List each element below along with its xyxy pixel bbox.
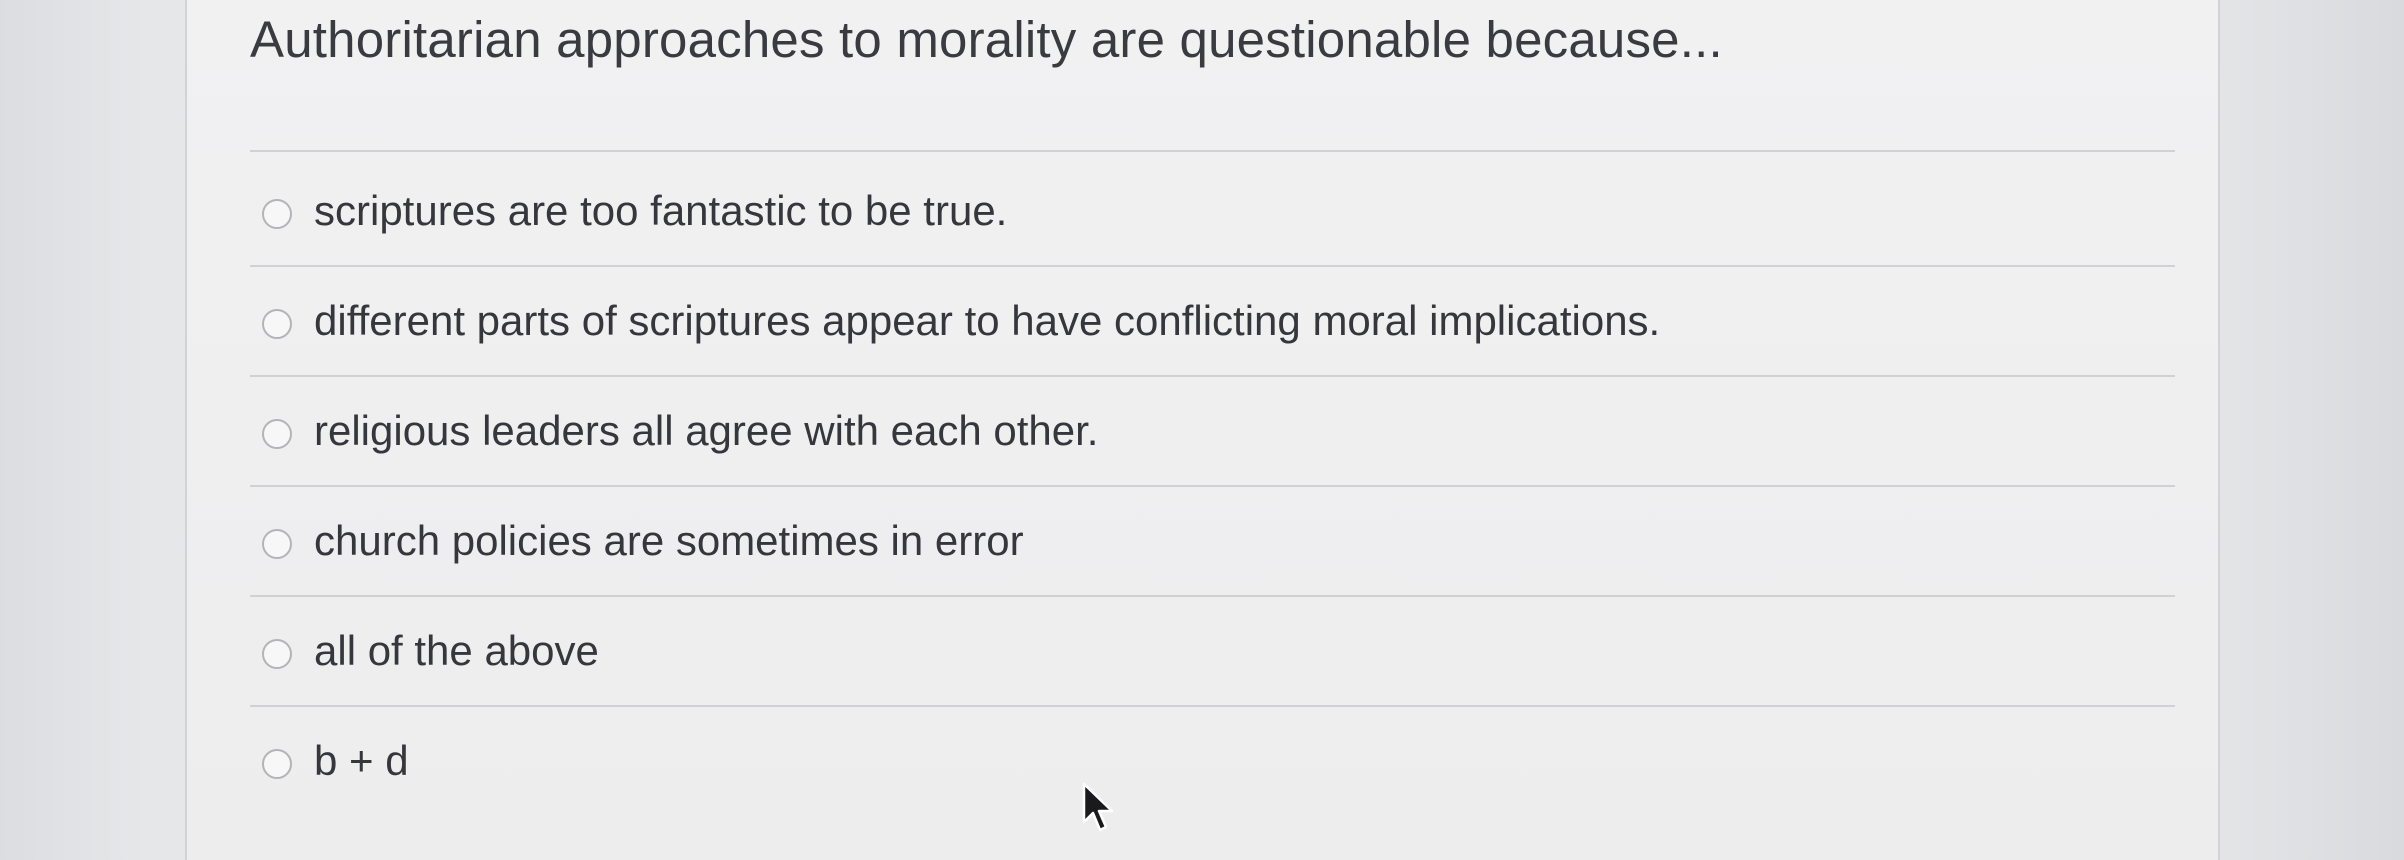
option-2[interactable]: different parts of scriptures appear to … xyxy=(262,295,2142,355)
mouse-pointer-icon xyxy=(1082,782,1114,832)
divider xyxy=(250,375,2175,377)
option-label: scriptures are too fantastic to be true. xyxy=(314,187,1008,234)
option-label: different parts of scriptures appear to … xyxy=(314,297,1661,344)
radio-unselected-icon[interactable] xyxy=(262,419,292,449)
option-label: church policies are sometimes in error xyxy=(314,517,1024,564)
radio-unselected-icon[interactable] xyxy=(262,639,292,669)
question-text: Authoritarian approaches to morality are… xyxy=(250,11,1723,68)
option-4[interactable]: church policies are sometimes in error xyxy=(262,515,2142,575)
divider xyxy=(250,265,2175,267)
radio-unselected-icon[interactable] xyxy=(262,199,292,229)
radio-unselected-icon[interactable] xyxy=(262,749,292,779)
option-5[interactable]: all of the above xyxy=(262,625,2142,685)
radio-unselected-icon[interactable] xyxy=(262,529,292,559)
radio-unselected-icon[interactable] xyxy=(262,309,292,339)
question-card: Authoritarian approaches to morality are… xyxy=(185,0,2220,860)
option-6[interactable]: b + d xyxy=(262,735,2142,795)
divider xyxy=(250,485,2175,487)
divider xyxy=(250,150,2175,152)
option-label: religious leaders all agree with each ot… xyxy=(314,407,1099,454)
option-label: b + d xyxy=(314,737,409,784)
option-1[interactable]: scriptures are too fantastic to be true. xyxy=(262,185,2142,245)
divider xyxy=(250,705,2175,707)
option-label: all of the above xyxy=(314,627,599,674)
option-3[interactable]: religious leaders all agree with each ot… xyxy=(262,405,2142,465)
divider xyxy=(250,595,2175,597)
